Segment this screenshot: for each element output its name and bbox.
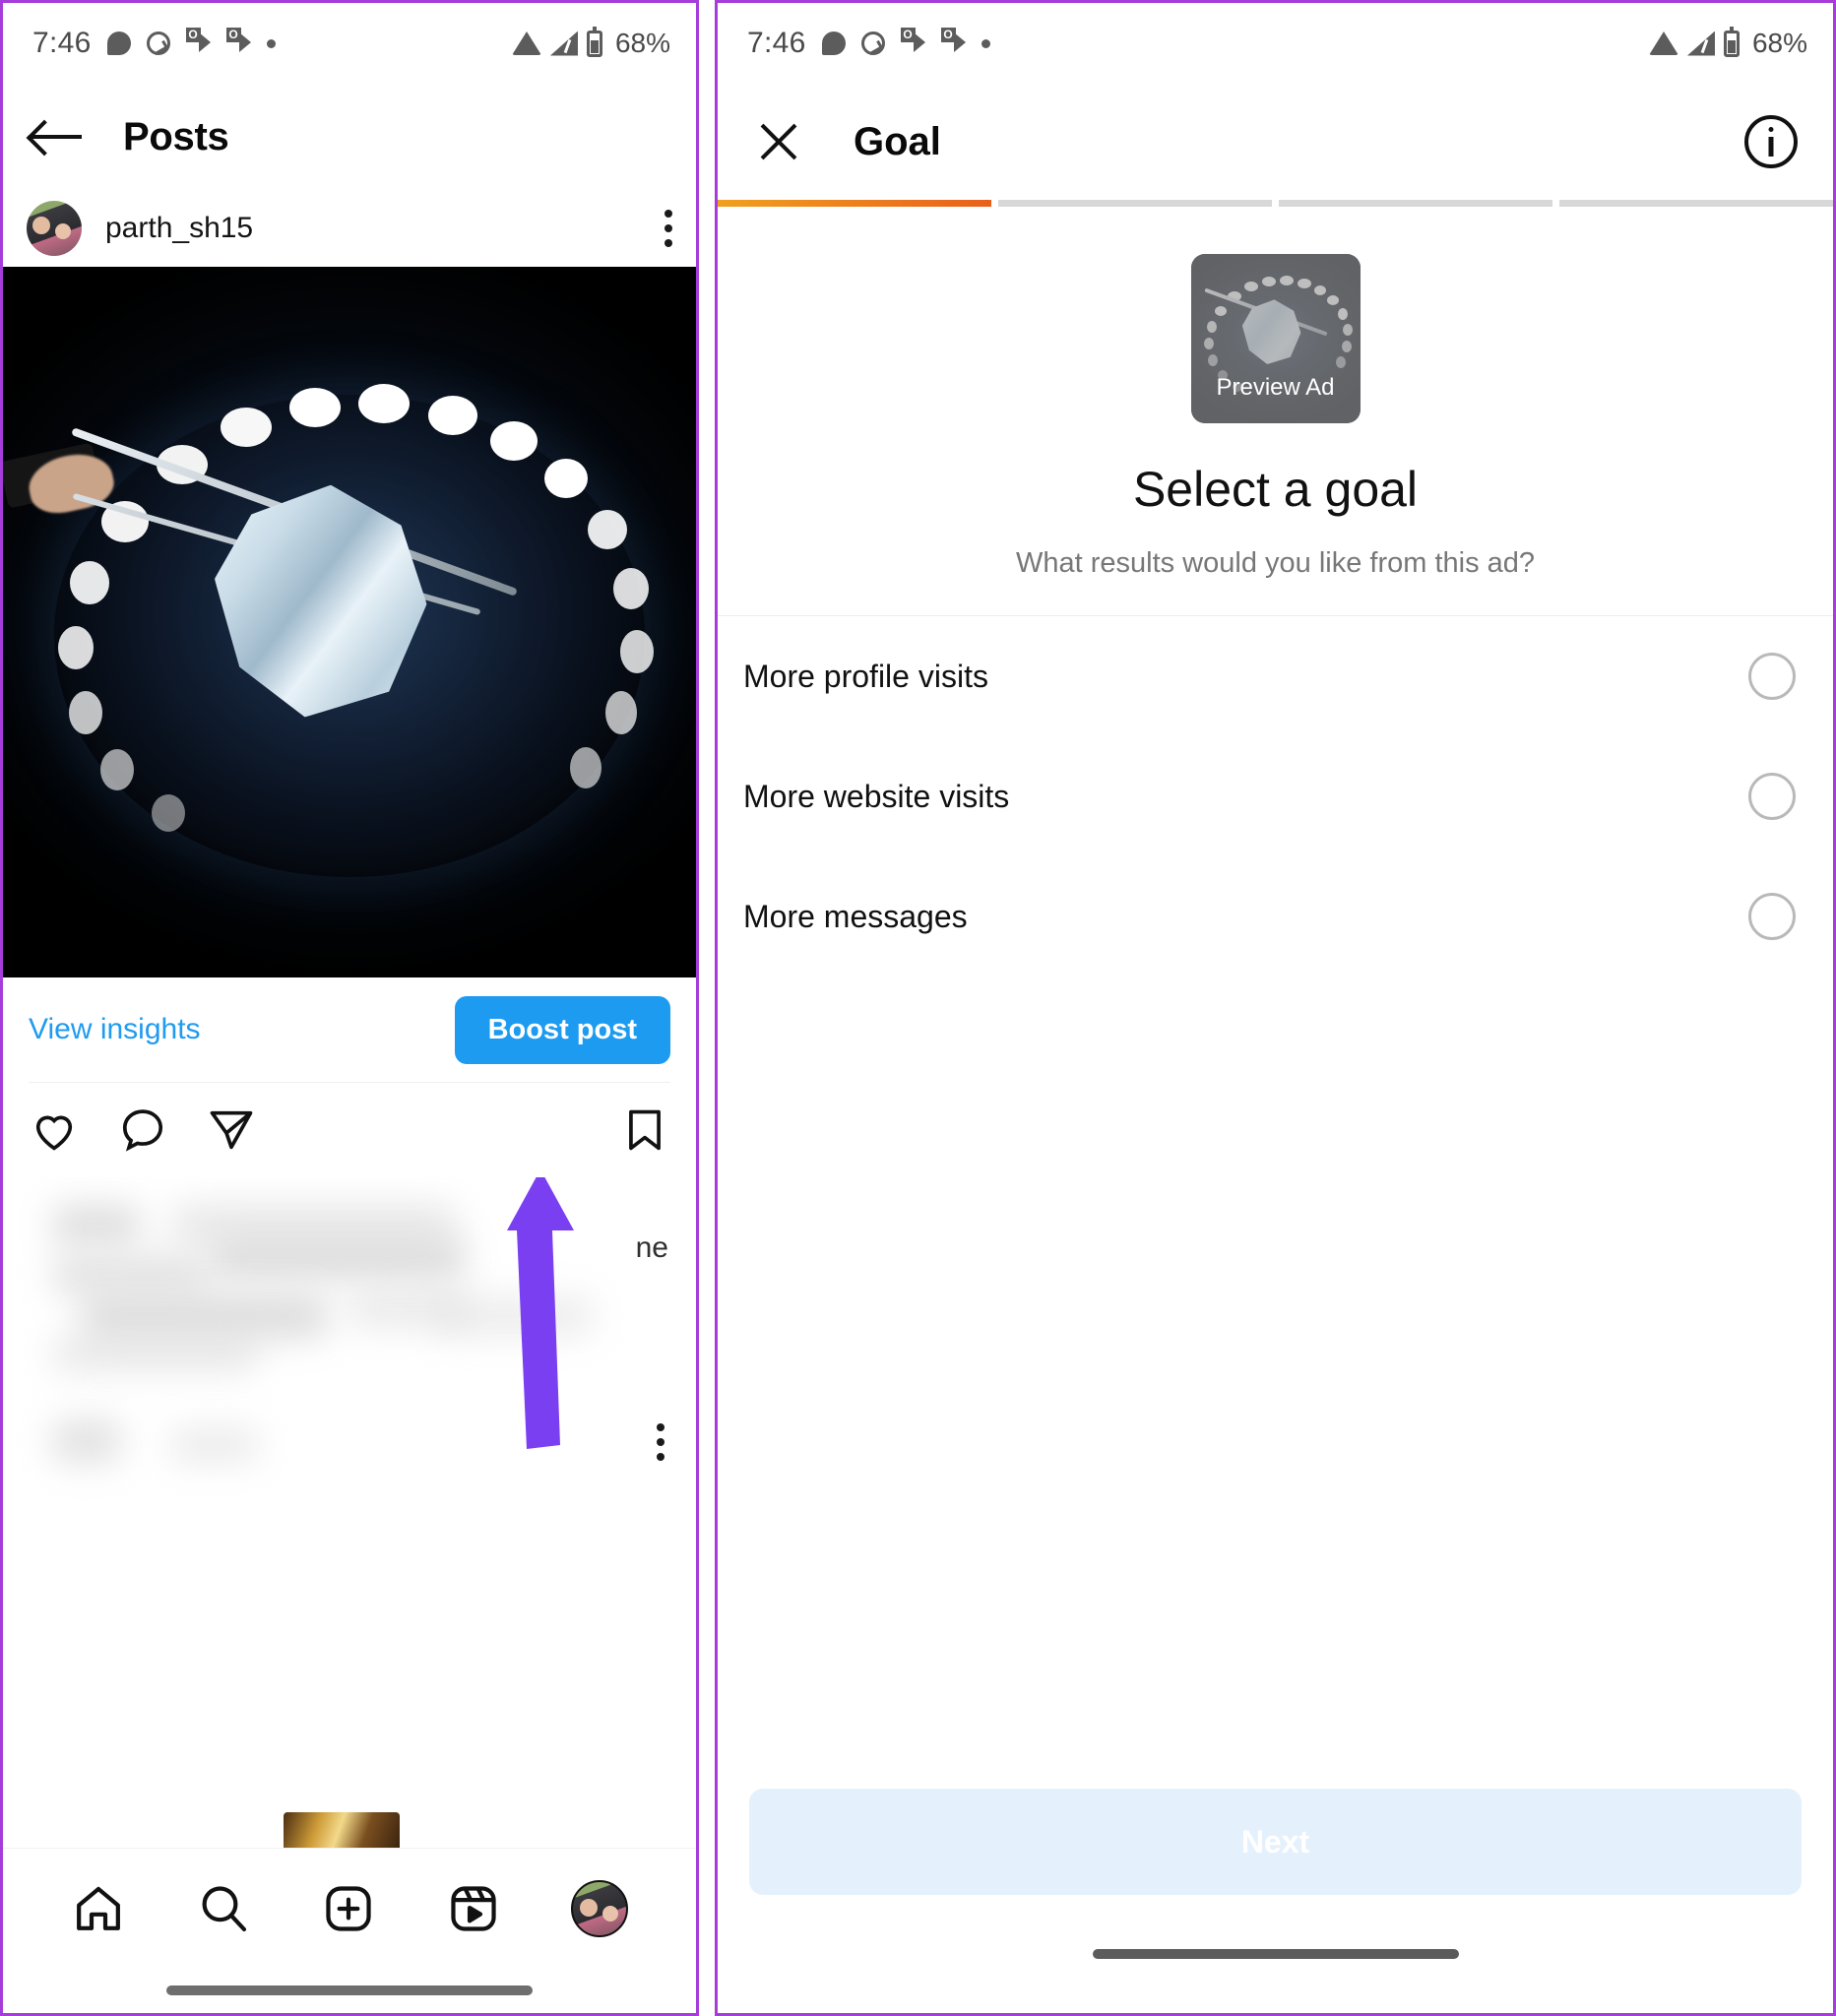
comment-icon[interactable] [117, 1104, 168, 1156]
chat-bubble-icon [821, 32, 846, 55]
share-icon[interactable] [206, 1104, 257, 1156]
battery-percent: 68% [614, 28, 670, 58]
clock-check-icon [146, 32, 170, 55]
dot-icon [266, 38, 276, 48]
preview-ad-thumbnail[interactable]: Preview Ad [1190, 254, 1361, 423]
boost-post-button[interactable]: Boost post [454, 995, 670, 1064]
annotation-arrow-up-icon [507, 1177, 574, 1449]
page-title: Goal [854, 119, 941, 163]
goal-option-more-profile-visits[interactable]: More profile visits [718, 616, 1833, 736]
goal-option-more-messages[interactable]: More messages [718, 856, 1833, 976]
chat-bubble-icon [106, 32, 131, 55]
progress-segment-3 [1279, 200, 1552, 207]
outlook-icon [940, 28, 966, 55]
home-icon[interactable] [71, 1881, 126, 1936]
thumbnail-strip [284, 1812, 400, 1848]
bottom-navigation [3, 1848, 696, 1968]
status-time: 7:46 [747, 27, 806, 59]
boost-row: View insights Boost post [3, 977, 696, 1082]
step-progress-bar [718, 200, 1833, 207]
blurred-caption [23, 1187, 696, 1473]
posts-header: Posts [3, 84, 696, 190]
progress-segment-4 [1559, 200, 1833, 207]
battery-icon [586, 26, 602, 57]
status-bar-right-group: 68% [1648, 26, 1807, 59]
home-indicator [718, 1895, 1833, 2013]
goal-body: Preview Ad Select a goal What results wo… [718, 207, 1833, 2013]
battery-percent: 68% [1751, 28, 1807, 58]
add-post-icon[interactable] [321, 1881, 376, 1936]
bookmark-icon[interactable] [619, 1104, 670, 1156]
post-author-row: parth_sh15 [3, 190, 696, 267]
heart-icon[interactable] [29, 1104, 80, 1156]
progress-segment-1 [718, 200, 991, 207]
goal-option-label: More website visits [743, 778, 1010, 814]
status-time: 7:46 [32, 27, 92, 59]
goal-option-label: More messages [743, 898, 968, 934]
post-image[interactable] [3, 267, 696, 977]
home-indicator [3, 1968, 696, 2013]
right-phone-screen: 7:46 68% Goal [715, 0, 1836, 2016]
radio-button[interactable] [1748, 773, 1796, 820]
goal-option-more-website-visits[interactable]: More website visits [718, 736, 1833, 856]
goal-heading: Select a goal [1132, 462, 1419, 517]
radio-button[interactable] [1748, 893, 1796, 940]
dot-icon [981, 38, 990, 48]
back-arrow-icon[interactable] [31, 118, 82, 156]
outlook-icon [225, 28, 251, 55]
outlook-icon [185, 28, 211, 55]
close-icon[interactable] [753, 116, 804, 167]
progress-segment-2 [998, 200, 1272, 207]
left-phone-screen: 7:46 68% Posts parth_sh15 [0, 0, 699, 2016]
goal-options-list: More profile visits More website visits … [718, 616, 1833, 1789]
status-bar-left-group: 7:46 [747, 27, 990, 60]
goal-footer: Next [718, 1789, 1833, 1895]
next-button[interactable]: Next [749, 1789, 1802, 1895]
cellular-signal-icon [549, 31, 578, 56]
preview-ad-label: Preview Ad [1216, 374, 1335, 401]
post-caption-area: ne [3, 1177, 696, 1848]
info-icon[interactable] [1744, 115, 1798, 168]
status-bar-right: 7:46 68% [718, 3, 1833, 84]
preview-ad-wrap: Preview Ad [718, 207, 1833, 423]
profile-avatar[interactable] [570, 1879, 628, 1937]
outlook-icon [900, 28, 925, 55]
kebab-menu-icon[interactable] [665, 210, 672, 247]
status-bar-right-group: 68% [511, 26, 670, 59]
goal-subheading: What results would you like from this ad… [1015, 547, 1536, 579]
search-icon[interactable] [196, 1881, 251, 1936]
cellular-signal-icon [1686, 31, 1715, 56]
avatar[interactable] [27, 201, 82, 256]
radio-button[interactable] [1748, 653, 1796, 700]
status-bar-left-group: 7:46 [32, 27, 276, 60]
wifi-icon [1648, 32, 1678, 55]
goal-option-label: More profile visits [743, 658, 988, 694]
clock-check-icon [860, 32, 885, 55]
goal-header: Goal [718, 84, 1833, 200]
battery-icon [1723, 26, 1740, 57]
wifi-icon [511, 32, 541, 55]
post-username[interactable]: parth_sh15 [105, 212, 253, 245]
kebab-menu-icon[interactable] [657, 1423, 665, 1461]
caption-fragment: ne [635, 1231, 668, 1264]
reels-icon[interactable] [446, 1881, 501, 1936]
post-actions-row [3, 1083, 696, 1177]
view-insights-link[interactable]: View insights [29, 1013, 201, 1046]
status-bar-left: 7:46 68% [3, 3, 696, 84]
screenshot-root: 7:46 68% Posts parth_sh15 [0, 0, 1836, 2016]
page-title: Posts [123, 114, 229, 158]
